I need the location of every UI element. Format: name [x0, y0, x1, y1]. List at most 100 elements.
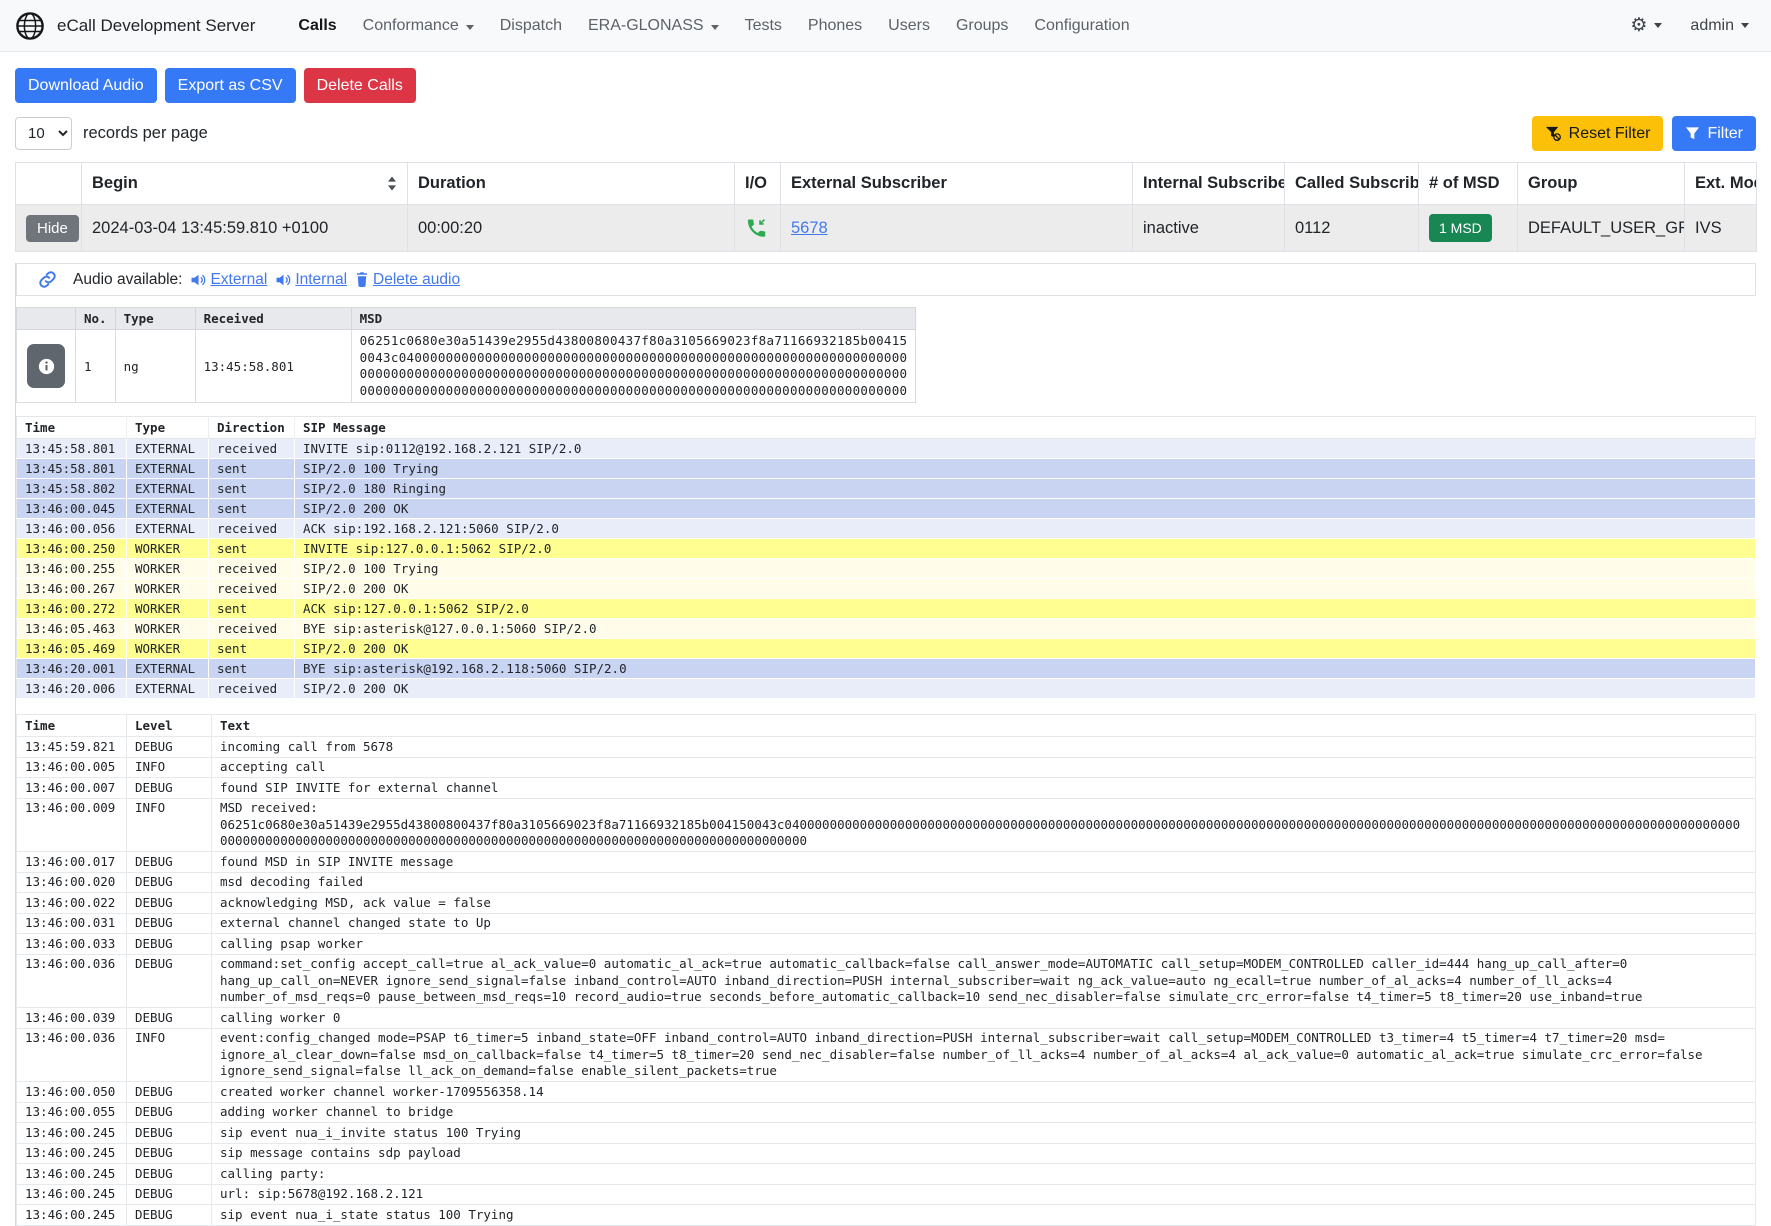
col-io[interactable]: I/O: [735, 163, 781, 205]
call-internal-subscriber: inactive: [1133, 205, 1285, 252]
delete-audio-link[interactable]: Delete audio: [355, 271, 460, 289]
reset-filter-button[interactable]: Reset Filter: [1532, 116, 1664, 151]
trash-icon: [355, 272, 369, 288]
log-text: event:config_changed mode=PSAP t6_timer=…: [212, 1028, 1756, 1082]
call-begin: 2024-03-04 13:45:59.810 +0100: [82, 205, 408, 252]
log-header-row: Time Level Text: [17, 715, 1756, 737]
log-level: DEBUG: [127, 1143, 212, 1164]
calls-header-row: Begin Duration I/O External Subscriber I…: [16, 163, 1757, 205]
log-text: created worker channel worker-1709556358…: [212, 1082, 1756, 1103]
col-group[interactable]: Group: [1518, 163, 1685, 205]
log-level: DEBUG: [127, 1164, 212, 1185]
sip-cell: 13:46:00.045: [17, 499, 127, 519]
log-time: 13:46:00.245: [17, 1184, 127, 1205]
nav-item-conformance[interactable]: Conformance: [350, 9, 487, 43]
nav-item-configuration[interactable]: Configuration: [1021, 9, 1142, 43]
calls-table: Begin Duration I/O External Subscriber I…: [15, 162, 1757, 252]
msd-col-msd: MSD: [351, 308, 916, 330]
sip-cell: 13:46:00.056: [17, 519, 127, 539]
col-external-subscriber[interactable]: External Subscriber: [781, 163, 1133, 205]
funnel-icon: [1685, 126, 1700, 141]
log-time: 13:46:00.050: [17, 1082, 127, 1103]
nav-item-calls[interactable]: Calls: [285, 9, 349, 43]
msd-row: 1 ng 13:45:58.801 06251c0680e30a51439e29…: [17, 330, 916, 403]
audio-internal-link[interactable]: Internal: [275, 271, 347, 289]
call-called-subscriber: 0112: [1285, 205, 1419, 252]
col-called-subscriber[interactable]: Called Subscriber: [1285, 163, 1419, 205]
delete-calls-button[interactable]: Delete Calls: [304, 68, 416, 103]
sip-cell: received: [209, 679, 295, 699]
sip-cell: EXTERNAL: [127, 679, 209, 699]
col-duration[interactable]: Duration: [408, 163, 735, 205]
audio-available-label: Audio available:: [73, 271, 182, 289]
sip-table: Time Type Direction SIP Message 13:45:58…: [16, 416, 1756, 699]
log-level: DEBUG: [127, 1082, 212, 1103]
hide-detail-button[interactable]: Hide: [26, 215, 79, 242]
sort-icon[interactable]: [387, 176, 397, 191]
download-audio-button[interactable]: Download Audio: [15, 68, 157, 103]
log-text: MSD received: 06251c0680e30a51439e2955d4…: [212, 798, 1756, 852]
chevron-down-icon: [1741, 23, 1749, 28]
audio-external-link[interactable]: External: [190, 271, 267, 289]
nav-item-era-glonass[interactable]: ERA-GLONASS: [575, 9, 732, 43]
sip-row: 13:46:00.272WORKERsentACK sip:127.0.0.1:…: [17, 599, 1756, 619]
call-detail-section: Audio available: External Internal Delet…: [15, 263, 1756, 1226]
sip-cell: EXTERNAL: [127, 439, 209, 459]
log-row: 13:46:00.245DEBUGcalling party:: [17, 1164, 1756, 1185]
nav-item-users[interactable]: Users: [875, 9, 943, 43]
sip-cell: sent: [209, 459, 295, 479]
user-menu[interactable]: admin: [1690, 17, 1749, 35]
nav-item-tests[interactable]: Tests: [732, 9, 795, 43]
sip-cell: 13:45:58.801: [17, 459, 127, 479]
sip-cell: received: [209, 579, 295, 599]
chevron-down-icon: [711, 25, 719, 30]
settings-menu[interactable]: ⚙: [1630, 16, 1662, 35]
sip-cell: received: [209, 619, 295, 639]
log-row: 13:46:00.009INFOMSD received: 06251c0680…: [17, 798, 1756, 852]
nav-item-dispatch[interactable]: Dispatch: [487, 9, 575, 43]
nav-item-phones[interactable]: Phones: [795, 9, 875, 43]
sip-cell: 13:46:20.001: [17, 659, 127, 679]
sip-cell: EXTERNAL: [127, 459, 209, 479]
sip-cell: received: [209, 519, 295, 539]
funnel-slash-icon: [1545, 125, 1562, 142]
log-time: 13:46:00.017: [17, 852, 127, 873]
external-subscriber-link[interactable]: 5678: [791, 219, 828, 237]
msd-info-button[interactable]: [27, 344, 65, 388]
sip-cell: 13:46:00.250: [17, 539, 127, 559]
app-title: eCall Development Server: [57, 16, 255, 36]
sip-cell: BYE sip:asterisk@127.0.0.1:5060 SIP/2.0: [295, 619, 1756, 639]
log-time: 13:46:00.022: [17, 893, 127, 914]
log-row: 13:46:00.007DEBUGfound SIP INVITE for ex…: [17, 778, 1756, 799]
log-text: sip event nua_i_state status 100 Trying: [212, 1205, 1756, 1226]
sip-cell: 13:46:00.267: [17, 579, 127, 599]
chevron-down-icon: [466, 25, 474, 30]
log-text: calling worker 0: [212, 1008, 1756, 1029]
col-begin[interactable]: Begin: [82, 163, 408, 205]
log-row: 13:46:00.055DEBUGadding worker channel t…: [17, 1102, 1756, 1123]
log-table: Time Level Text 13:45:59.821DEBUGincomin…: [16, 714, 1756, 1226]
toolbar: Download Audio Export as CSV Delete Call…: [15, 68, 1756, 103]
speaker-icon: [275, 272, 291, 288]
filter-button[interactable]: Filter: [1672, 116, 1756, 151]
log-time: 13:46:00.036: [17, 954, 127, 1008]
col-ext-mode[interactable]: Ext. Mode: [1685, 163, 1757, 205]
log-level: DEBUG: [127, 778, 212, 799]
nav-item-groups[interactable]: Groups: [943, 9, 1021, 43]
export-csv-button[interactable]: Export as CSV: [165, 68, 296, 103]
sip-cell: WORKER: [127, 539, 209, 559]
sip-header-row: Time Type Direction SIP Message: [17, 417, 1756, 439]
audio-bar: Audio available: External Internal Delet…: [16, 263, 1756, 296]
log-level: INFO: [127, 1028, 212, 1082]
log-row: 13:46:00.036DEBUGcommand:set_config acce…: [17, 954, 1756, 1008]
log-row: 13:46:00.245DEBUGsip event nua_i_state s…: [17, 1205, 1756, 1226]
records-per-page-select[interactable]: 10: [15, 117, 72, 150]
log-level: INFO: [127, 757, 212, 778]
col-msd-count[interactable]: # of MSD: [1419, 163, 1518, 205]
sip-cell: received: [209, 439, 295, 459]
col-internal-subscriber[interactable]: Internal Subscriber: [1133, 163, 1285, 205]
nav-right: ⚙ admin: [1630, 16, 1749, 35]
sip-row: 13:45:58.802EXTERNALsentSIP/2.0 180 Ring…: [17, 479, 1756, 499]
log-text: incoming call from 5678: [212, 737, 1756, 758]
sip-row: 13:46:00.045EXTERNALsentSIP/2.0 200 OK: [17, 499, 1756, 519]
